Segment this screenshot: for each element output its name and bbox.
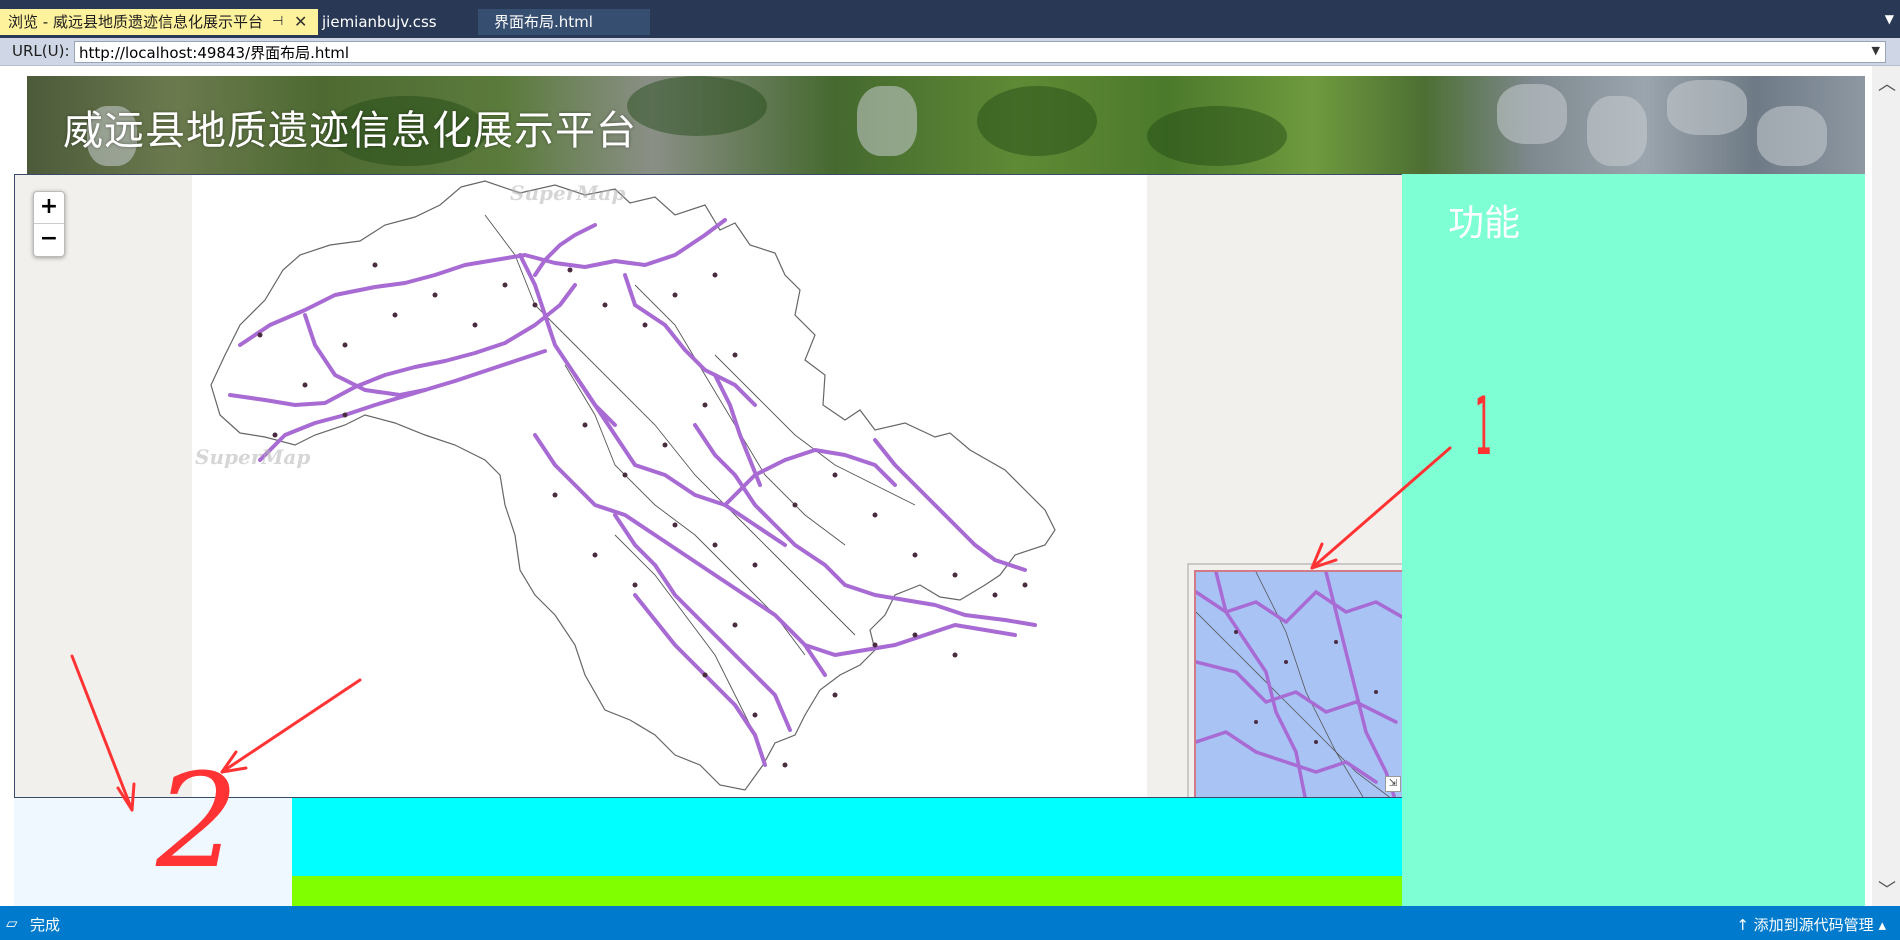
browser-viewport: 威远县地质遗迹信息化展示平台 SuperMap SuperMap + − ⇲ 功…	[0, 66, 1900, 906]
tab-css-file[interactable]: jiemianbujv.css	[318, 9, 478, 35]
status-text: 完成	[30, 916, 61, 934]
site-title: 威远县地质遗迹信息化展示平台	[63, 108, 637, 154]
map-watermark: SuperMap	[510, 181, 626, 205]
pin-icon[interactable]: ⊣	[272, 9, 283, 35]
function-title: 功能	[1448, 203, 1521, 244]
url-label: URL(U):	[12, 42, 70, 60]
source-control-label: 添加到源代码管理	[1753, 916, 1874, 934]
county-boundary	[210, 180, 1056, 791]
close-icon[interactable]: ✕	[294, 9, 307, 35]
chevron-up-icon[interactable]: ︿	[1878, 70, 1896, 96]
status-square-icon: ▱	[6, 914, 18, 932]
overview-map[interactable]: ⇲	[1187, 563, 1402, 797]
status-bar: ▱ 完成 ↑ 添加到源代码管理 ▴	[0, 906, 1900, 940]
url-input[interactable]	[74, 41, 1886, 63]
bottom-cyan-panel	[292, 798, 1402, 876]
bottom-green-panel	[292, 876, 1402, 906]
tab-browser-preview[interactable]: 浏览 - 威远县地质遗迹信息化展示平台 ⊣ ✕	[0, 9, 318, 35]
tab-label: 浏览 - 威远县地质遗迹信息化展示平台	[8, 13, 263, 31]
vertical-scrollbar[interactable]: ︿ ﹀	[1872, 66, 1900, 906]
header-banner: 威远县地质遗迹信息化展示平台	[27, 76, 1865, 174]
arrow-up-icon: ↑	[1736, 916, 1749, 934]
annotation-mark-1: 1	[1474, 380, 1493, 473]
chevron-down-icon[interactable]: ﹀	[1878, 876, 1896, 902]
map-watermark: SuperMap	[195, 445, 311, 469]
zoom-out-button[interactable]: −	[34, 224, 64, 256]
left-bottom-panel	[14, 798, 292, 906]
url-bar: URL(U): ▼	[0, 38, 1900, 66]
zoom-in-button[interactable]: +	[34, 192, 64, 224]
tab-label: jiemianbujv.css	[322, 13, 437, 31]
caret-up-icon: ▴	[1878, 916, 1886, 934]
overview-map-graphic	[1196, 572, 1402, 797]
chevron-down-icon[interactable]: ▼	[1885, 12, 1894, 26]
annotation-mark-2: 2	[156, 745, 239, 897]
expand-icon[interactable]: ⇲	[1385, 776, 1401, 792]
map-panel[interactable]: SuperMap SuperMap + − ⇲	[14, 174, 1403, 798]
zoom-control: + −	[33, 191, 65, 257]
document-tab-strip: 浏览 - 威远县地质遗迹信息化展示平台 ⊣ ✕ jiemianbujv.css …	[0, 0, 1900, 38]
chevron-down-icon[interactable]: ▼	[1872, 44, 1880, 57]
tab-label: 界面布局.html	[494, 13, 593, 31]
source-control-button[interactable]: ↑ 添加到源代码管理 ▴	[1736, 914, 1886, 935]
overview-extent[interactable]: ⇲	[1194, 570, 1402, 797]
function-panel: 功能	[1402, 174, 1865, 906]
tab-html-file[interactable]: 界面布局.html	[478, 9, 650, 35]
